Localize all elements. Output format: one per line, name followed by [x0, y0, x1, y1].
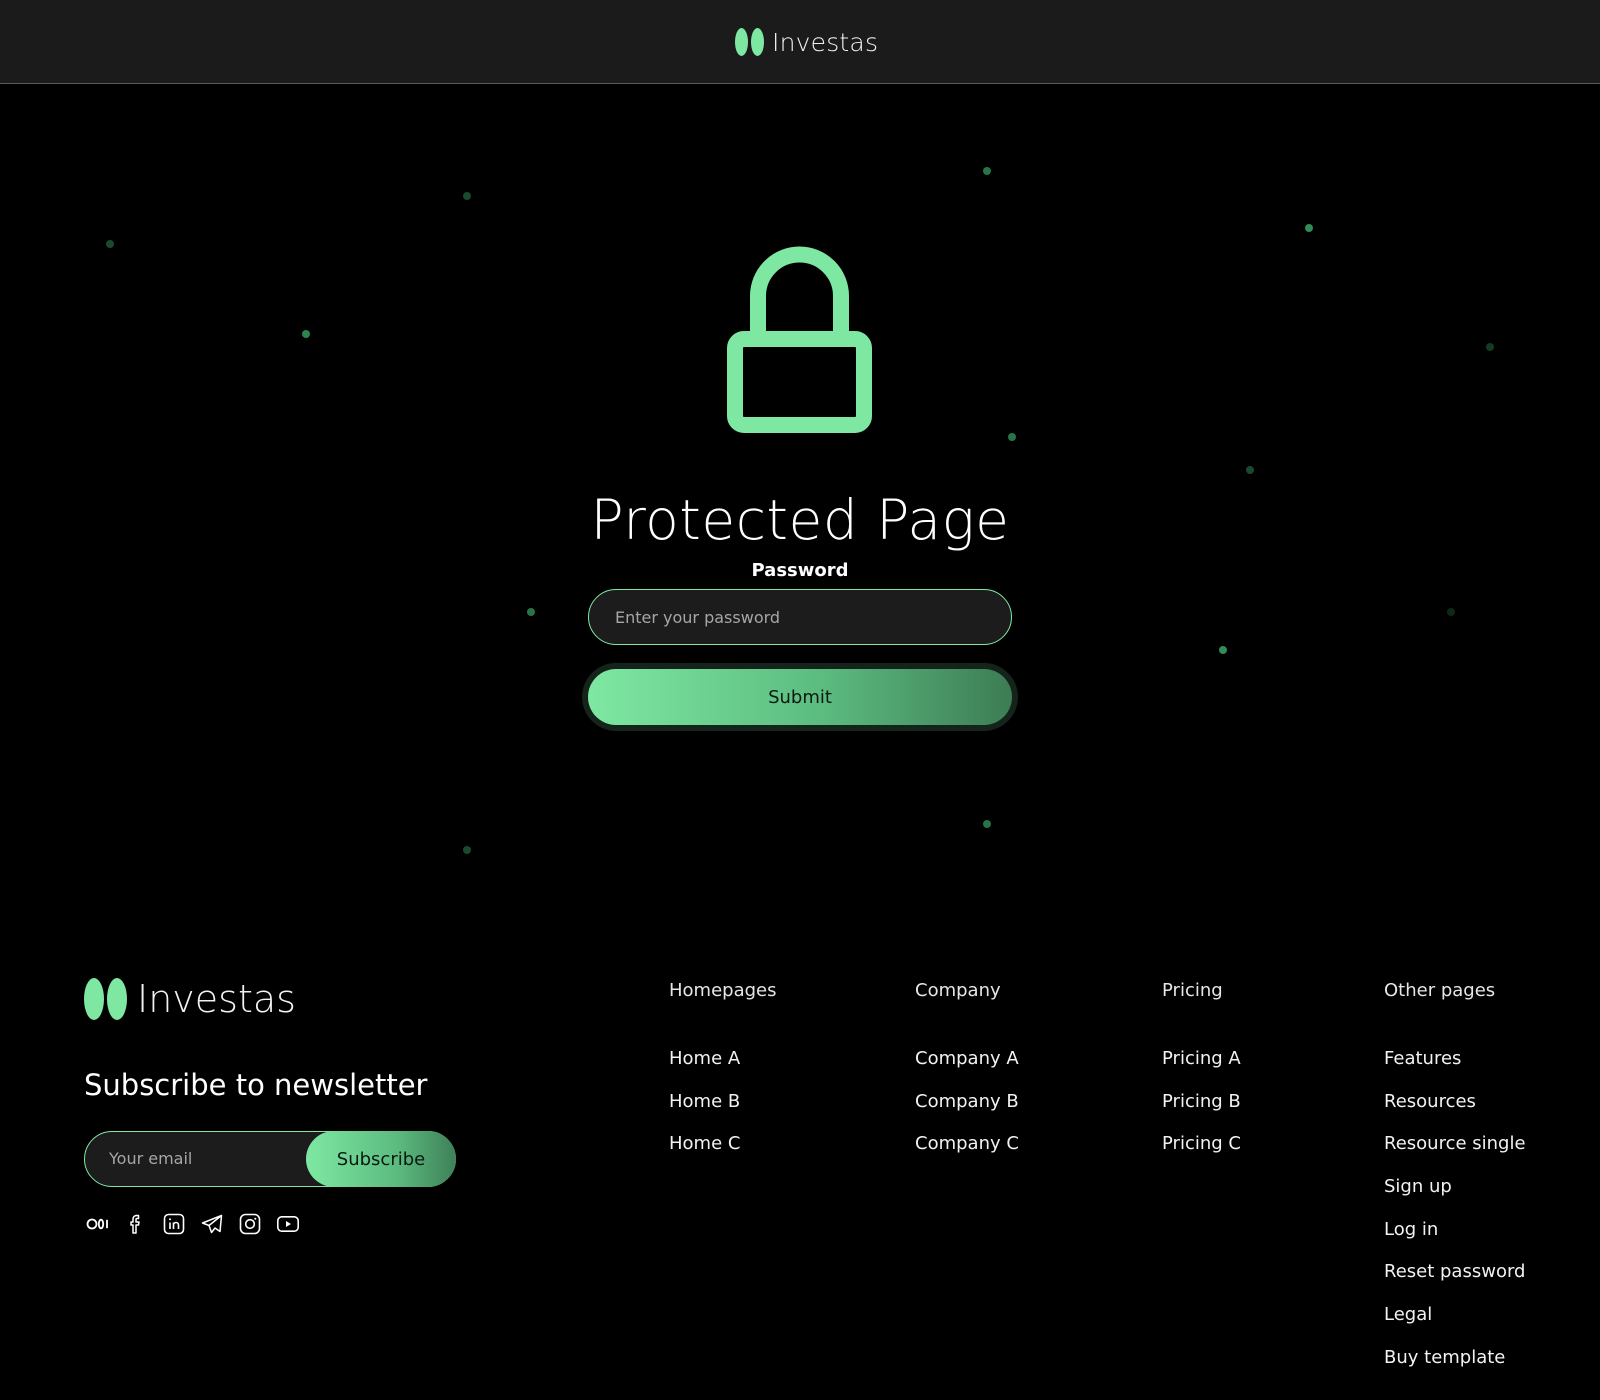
footer-link[interactable]: Company C: [915, 1133, 1019, 1157]
footer-link[interactable]: Buy template: [1384, 1347, 1526, 1371]
footer-link[interactable]: Resources: [1384, 1091, 1526, 1115]
footer-column-homepages: Homepages Home A Home B Home C: [669, 980, 777, 1176]
decorative-dot: [1219, 646, 1227, 654]
decorative-dot: [302, 330, 310, 338]
decorative-dot: [1305, 224, 1313, 232]
decorative-dot: [527, 608, 535, 616]
footer-column-pricing: Pricing Pricing A Pricing B Pricing C: [1162, 980, 1241, 1176]
footer-link[interactable]: Sign up: [1384, 1176, 1526, 1200]
footer-link[interactable]: Features: [1384, 1048, 1526, 1072]
footer-logo[interactable]: Investas: [84, 976, 296, 1022]
logo-mark-icon: [84, 978, 127, 1020]
footer-brand-name: Investas: [137, 977, 296, 1021]
decorative-dot: [983, 167, 991, 175]
newsletter-title: Subscribe to newsletter: [84, 1068, 428, 1102]
instagram-icon[interactable]: [238, 1212, 262, 1236]
footer-link[interactable]: Company A: [915, 1048, 1019, 1072]
footer-link[interactable]: Log in: [1384, 1219, 1526, 1243]
subscribe-button[interactable]: Subscribe: [306, 1131, 456, 1187]
footer-column-other-pages: Other pages Features Resources Resource …: [1384, 980, 1526, 1390]
footer-link[interactable]: Home B: [669, 1091, 777, 1115]
linkedin-icon[interactable]: [162, 1212, 186, 1236]
decorative-dot: [106, 240, 114, 248]
footer-column-heading: Other pages: [1384, 980, 1496, 1001]
decorative-dot: [983, 820, 991, 828]
top-header: Investas: [0, 0, 1600, 84]
youtube-icon[interactable]: [276, 1212, 300, 1236]
telegram-icon[interactable]: [200, 1212, 224, 1236]
decorative-dot: [463, 192, 471, 200]
facebook-icon[interactable]: [124, 1212, 148, 1236]
logo-mark-icon: [735, 28, 764, 56]
header-logo[interactable]: Investas: [735, 26, 878, 58]
decorative-dot: [1246, 466, 1254, 474]
submit-button[interactable]: Submit: [588, 669, 1012, 725]
page-title: Protected Page: [590, 488, 1010, 552]
password-input[interactable]: [588, 589, 1012, 645]
footer-column-heading: Homepages: [669, 980, 777, 1001]
submit-button-glow: Submit: [582, 663, 1018, 731]
footer-column-company: Company Company A Company B Company C: [915, 980, 1019, 1176]
newsletter-email-input[interactable]: [109, 1132, 299, 1185]
password-label: Password: [751, 560, 849, 581]
footer-link[interactable]: Pricing C: [1162, 1133, 1241, 1157]
footer-link[interactable]: Company B: [915, 1091, 1019, 1115]
medium-icon[interactable]: [86, 1212, 110, 1236]
decorative-dot: [1447, 608, 1455, 616]
footer-link[interactable]: Home A: [669, 1048, 777, 1072]
decorative-dot: [1486, 343, 1494, 351]
decorative-dot: [1008, 433, 1016, 441]
newsletter-form: Subscribe: [84, 1131, 456, 1187]
social-links: [86, 1212, 300, 1236]
footer-link[interactable]: Legal: [1384, 1304, 1526, 1328]
decorative-dot: [463, 846, 471, 854]
footer-link[interactable]: Reset password: [1384, 1261, 1526, 1285]
header-brand-name: Investas: [772, 27, 879, 57]
footer-link[interactable]: Home C: [669, 1133, 777, 1157]
footer-column-heading: Company: [915, 980, 1001, 1001]
footer-link[interactable]: Resource single: [1384, 1133, 1526, 1157]
footer-link[interactable]: Pricing B: [1162, 1091, 1241, 1115]
footer-link[interactable]: Pricing A: [1162, 1048, 1241, 1072]
footer-column-heading: Pricing: [1162, 980, 1223, 1001]
lock-icon: [727, 246, 872, 433]
